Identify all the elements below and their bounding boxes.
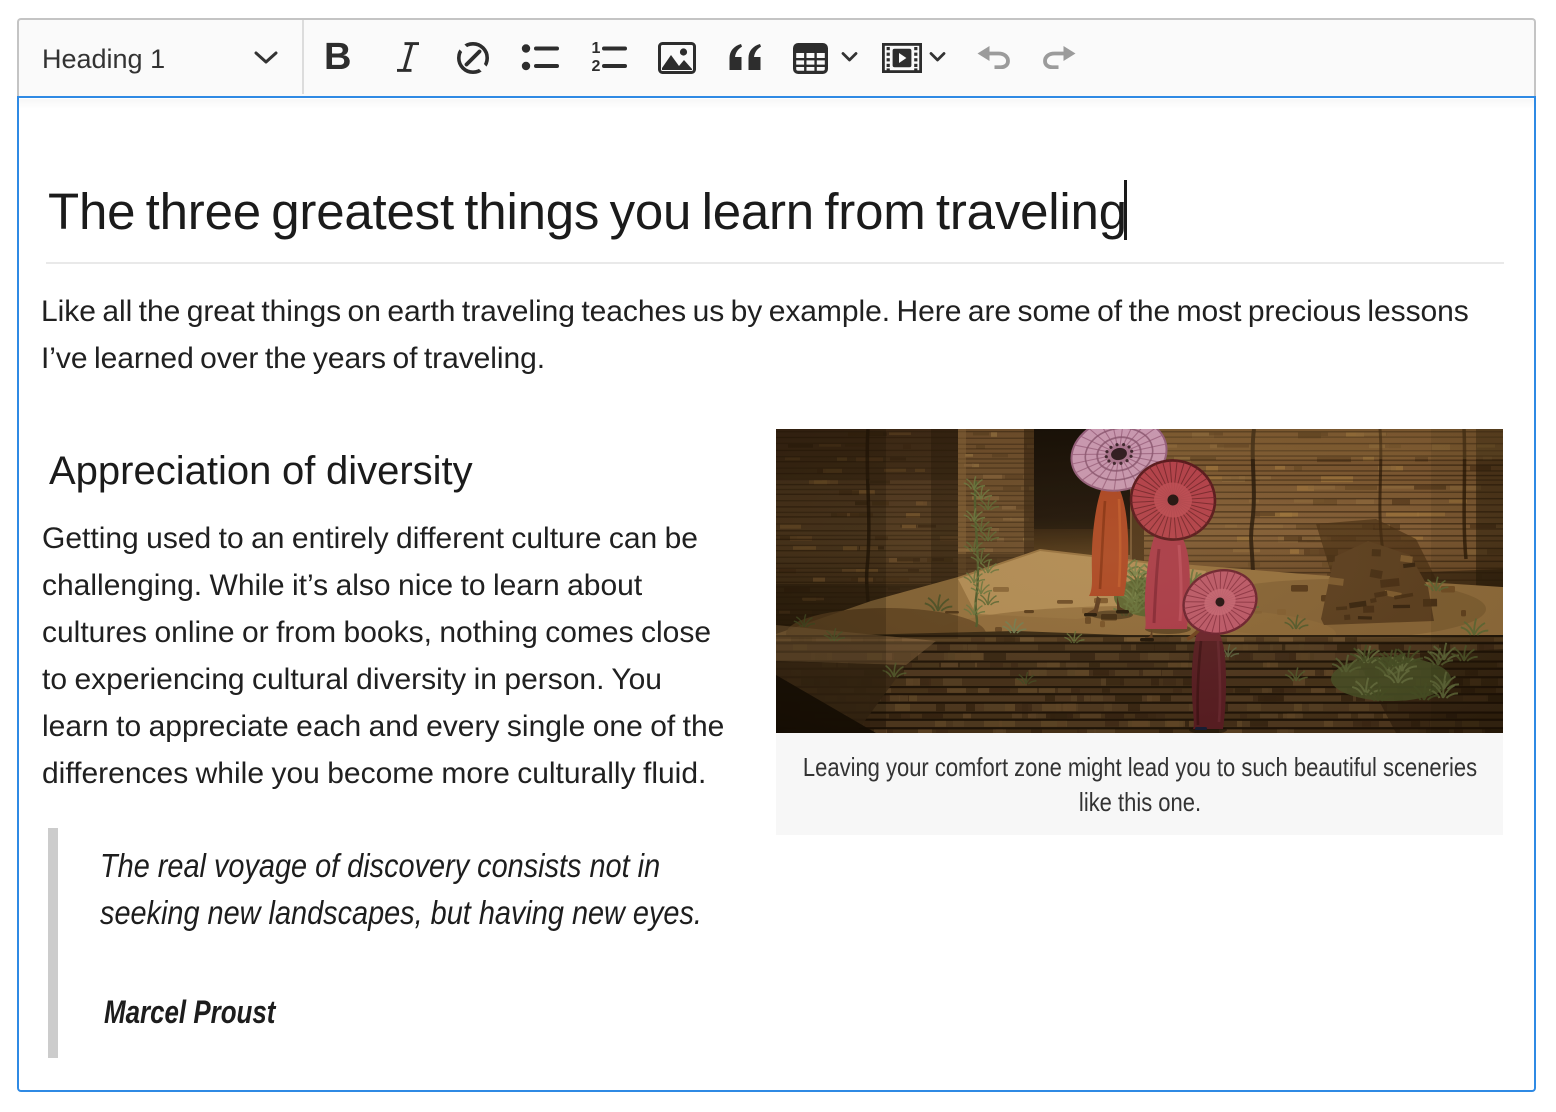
- svg-text:1: 1: [592, 40, 601, 57]
- svg-text:2: 2: [592, 58, 601, 74]
